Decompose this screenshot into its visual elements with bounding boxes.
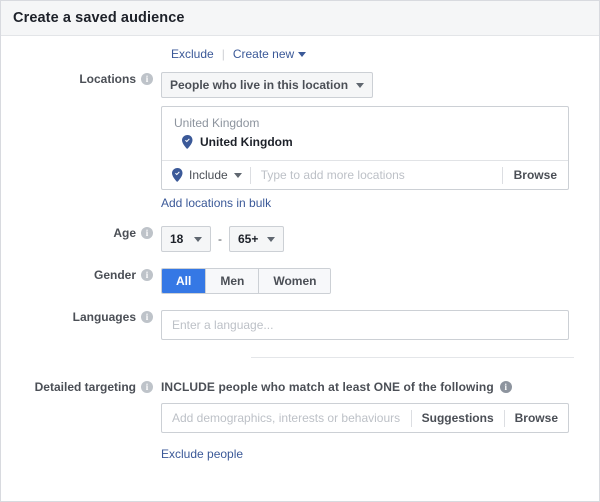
detailed-targeting-input-wrap: Suggestions Browse (161, 403, 569, 433)
detailed-targeting-label: Detailed targeting (34, 380, 136, 394)
locations-field-col: People who live in this location United … (161, 72, 599, 210)
link-separator: | (221, 47, 225, 61)
age-min-select[interactable]: 18 (161, 226, 211, 252)
detailed-targeting-input[interactable] (162, 404, 411, 432)
locations-group-header: United Kingdom (174, 116, 260, 130)
detailed-targeting-browse-button[interactable]: Browse (505, 404, 568, 432)
age-row: Age i 18 - 65+ (1, 226, 599, 252)
gender-segmented-control: All Men Women (161, 268, 332, 294)
include-label: Include (189, 168, 228, 182)
detailed-targeting-heading: INCLUDE people who match at least ONE of… (161, 380, 494, 394)
chevron-down-icon (356, 82, 365, 88)
suggestions-button[interactable]: Suggestions (412, 404, 504, 432)
info-icon-languages[interactable]: i (141, 311, 153, 323)
page-title: Create a saved audience (13, 10, 185, 26)
languages-input[interactable] (161, 310, 569, 340)
gender-row: Gender i All Men Women (1, 268, 599, 294)
locations-label: Locations (79, 72, 136, 86)
section-divider (251, 357, 574, 358)
chevron-down-icon[interactable] (298, 51, 307, 57)
detailed-targeting-row: Detailed targeting i INCLUDE people who … (1, 380, 599, 461)
gender-option-women[interactable]: Women (259, 269, 331, 293)
locations-row: Locations i People who live in this loca… (1, 72, 599, 210)
detailed-targeting-field-col: INCLUDE people who match at least ONE of… (161, 380, 599, 461)
info-icon-include-people[interactable]: i (499, 381, 512, 393)
exclude-link[interactable]: Exclude (171, 47, 214, 61)
age-label: Age (113, 226, 136, 240)
locations-box: United Kingdom United Kingdom Include Ty… (161, 106, 569, 190)
locations-label-col: Locations i (1, 72, 161, 86)
detailed-targeting-label-col: Detailed targeting i (1, 380, 161, 394)
location-type-select[interactable]: People who live in this location (161, 72, 374, 98)
detailed-targeting-heading-wrap: INCLUDE people who match at least ONE of… (161, 380, 599, 394)
info-icon-detailed-targeting[interactable]: i (141, 381, 153, 393)
info-icon-gender[interactable]: i (141, 269, 153, 281)
form-body: Exclude | Create new Locations i People … (1, 42, 599, 461)
location-entry-label: United Kingdom (200, 135, 293, 149)
include-exclude-select[interactable]: Include (162, 161, 250, 189)
map-pin-icon (172, 168, 183, 182)
gender-field-col: All Men Women (161, 268, 599, 294)
location-entry[interactable]: United Kingdom (162, 132, 568, 160)
create-new-link[interactable]: Create new (233, 47, 294, 61)
languages-row: Languages i (1, 310, 599, 340)
audience-top-links: Exclude | Create new (1, 42, 599, 66)
languages-field-col (161, 310, 599, 340)
chevron-down-icon (194, 236, 202, 242)
chevron-down-icon (233, 172, 242, 178)
locations-input-row: Include Browse (162, 160, 568, 189)
locations-browse-button[interactable]: Browse (503, 162, 568, 189)
languages-label-col: Languages i (1, 310, 161, 324)
gender-label-col: Gender i (1, 268, 161, 282)
age-range-dash: - (218, 232, 222, 246)
window-titlebar: Create a saved audience (1, 1, 599, 36)
age-field-col: 18 - 65+ (161, 226, 599, 252)
age-min-value: 18 (170, 232, 184, 246)
age-max-value: 65+ (238, 232, 259, 246)
location-type-value: People who live in this location (170, 78, 349, 92)
age-max-select[interactable]: 65+ (229, 226, 285, 252)
info-icon-age[interactable]: i (141, 227, 153, 239)
create-saved-audience-window: Create a saved audience Exclude | Create… (0, 0, 600, 502)
gender-option-men[interactable]: Men (206, 269, 260, 293)
map-pin-icon (182, 135, 193, 149)
age-label-col: Age i (1, 226, 161, 240)
gender-option-all[interactable]: All (162, 269, 207, 293)
locations-search-input[interactable] (250, 161, 502, 189)
add-locations-in-bulk-link[interactable]: Add locations in bulk (161, 196, 271, 210)
gender-label: Gender (93, 268, 136, 282)
info-icon-locations[interactable]: i (141, 73, 153, 85)
exclude-people-link[interactable]: Exclude people (161, 447, 243, 461)
chevron-down-icon (267, 236, 276, 242)
languages-label: Languages (72, 310, 136, 324)
